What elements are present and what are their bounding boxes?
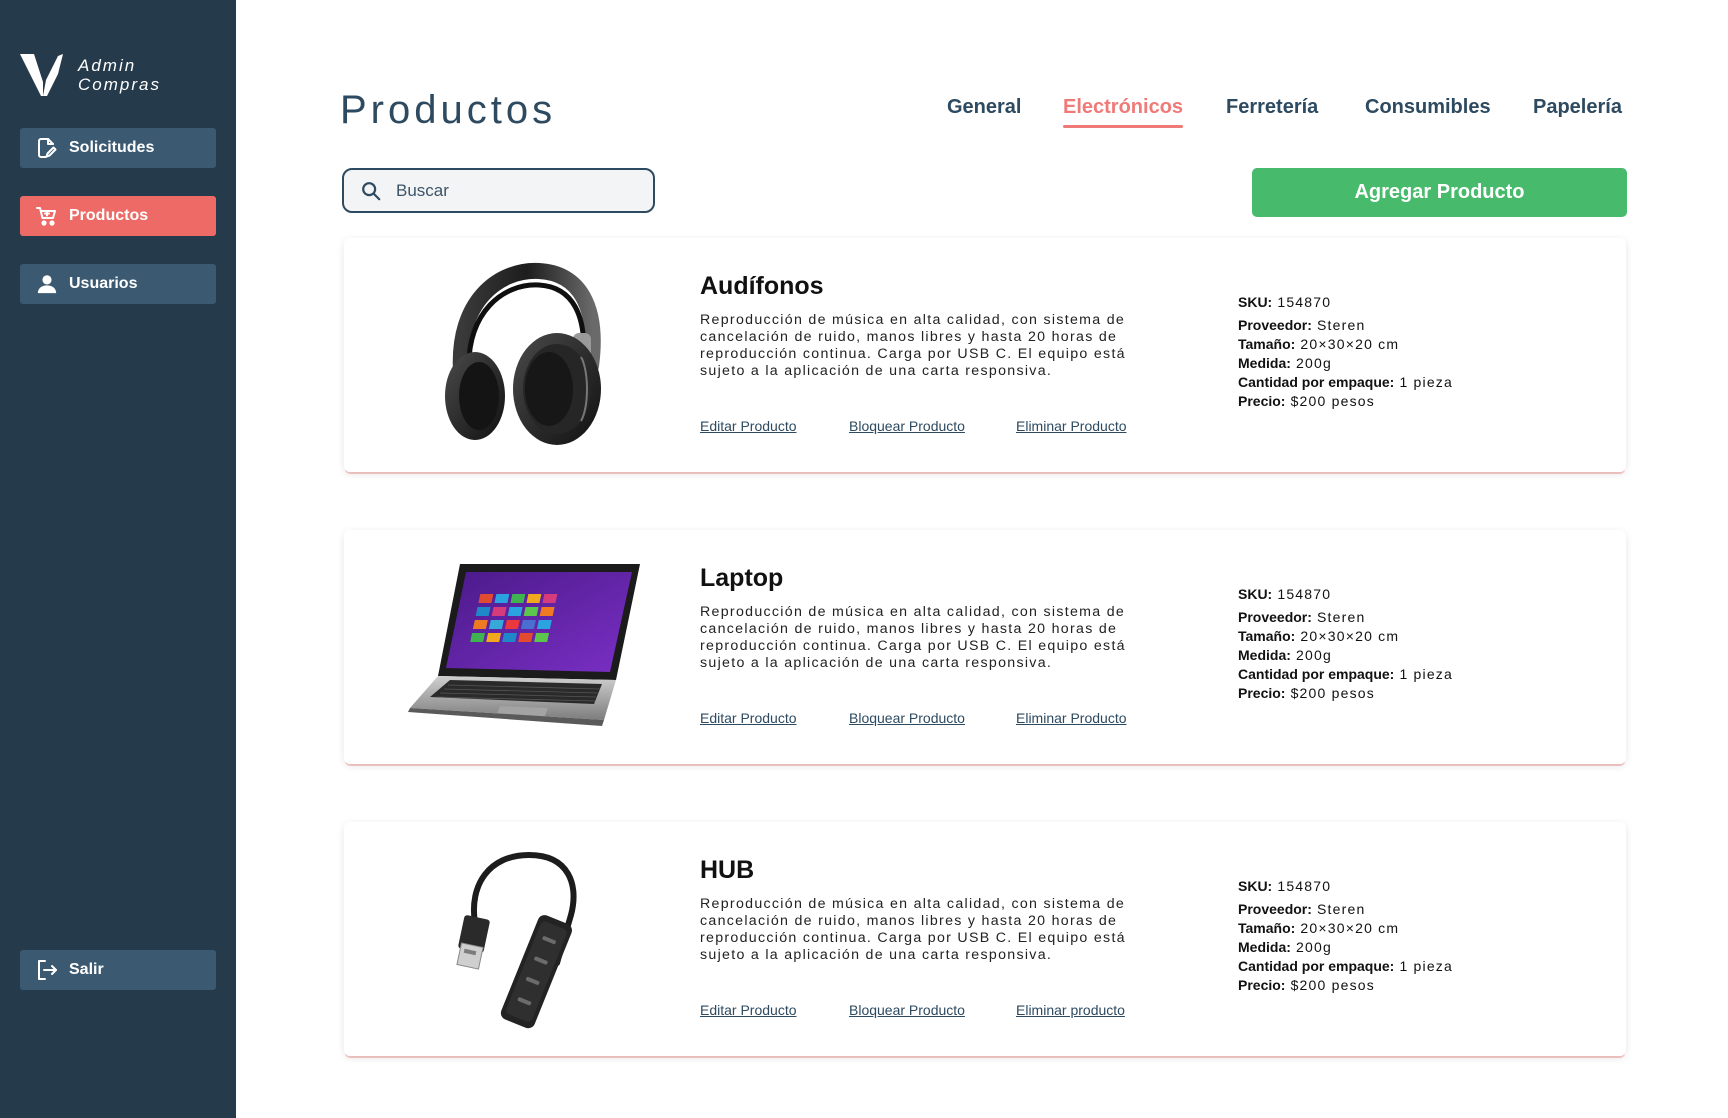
delete-product-link[interactable]: Eliminar Producto: [1016, 710, 1127, 726]
tab-electronicos[interactable]: Electrónicos: [1063, 96, 1184, 128]
block-product-link[interactable]: Bloquear Producto: [849, 710, 965, 726]
sidebar-item-productos[interactable]: Productos: [20, 196, 216, 236]
product-specs: SKU: 154870 Proveedor: Steren Tamaño: 20…: [1238, 294, 1453, 409]
edit-product-link[interactable]: Editar Producto: [700, 1002, 797, 1018]
spec-cantidad: Cantidad por empaque: 1 pieza: [1238, 958, 1453, 974]
spec-cantidad: Cantidad por empaque: 1 pieza: [1238, 374, 1453, 390]
logout-label: Salir: [69, 961, 104, 978]
delete-product-link[interactable]: Eliminar producto: [1016, 1002, 1125, 1018]
product-image-usb-hub: [404, 842, 644, 1037]
tab-general[interactable]: General: [947, 96, 1021, 119]
search-icon[interactable]: [359, 179, 383, 203]
spec-tamano: Tamaño: 20×30×20 cm: [1238, 336, 1400, 352]
brand-line2: Compras: [78, 75, 161, 94]
spec-sku: SKU: 154870: [1238, 294, 1332, 310]
spec-proveedor: Proveedor: Steren: [1238, 609, 1366, 625]
product-description: Reproducción de música en alta calidad, …: [700, 896, 1126, 963]
tab-label: Papelería: [1533, 96, 1622, 118]
add-product-button[interactable]: Agregar Producto: [1252, 168, 1627, 217]
spec-sku: SKU: 154870: [1238, 586, 1332, 602]
sidebar-item-label: Usuarios: [69, 275, 138, 292]
spec-cantidad: Cantidad por empaque: 1 pieza: [1238, 666, 1453, 682]
product-specs: SKU: 154870 Proveedor: Steren Tamaño: 20…: [1238, 878, 1453, 993]
brand: Admin Compras: [20, 52, 220, 102]
product-image-laptop: [404, 550, 644, 745]
add-product-label: Agregar Producto: [1354, 181, 1525, 203]
edit-product-link[interactable]: Editar Producto: [700, 710, 797, 726]
spec-tamano: Tamaño: 20×30×20 cm: [1238, 628, 1400, 644]
spec-medida: Medida: 200g: [1238, 647, 1332, 663]
product-name: HUB: [700, 856, 755, 884]
tab-label: Electrónicos: [1063, 96, 1184, 118]
brand-logo-icon: [20, 54, 63, 96]
product-name: Audífonos: [700, 272, 824, 300]
spec-precio: Precio: $200 pesos: [1238, 977, 1375, 993]
spec-proveedor: Proveedor: Steren: [1238, 317, 1366, 333]
edit-product-link[interactable]: Editar Producto: [700, 418, 797, 434]
brand-line1: Admin: [78, 56, 137, 75]
block-product-link[interactable]: Bloquear Producto: [849, 1002, 965, 1018]
sidebar-item-label: Solicitudes: [69, 139, 155, 156]
logout-button[interactable]: Salir: [20, 950, 216, 990]
spec-proveedor: Proveedor: Steren: [1238, 901, 1366, 917]
sidebar-item-solicitudes[interactable]: Solicitudes: [20, 128, 216, 168]
app: Admin Compras Solicitudes Productos Usua…: [0, 0, 1728, 1118]
spec-precio: Precio: $200 pesos: [1238, 393, 1375, 409]
product-specs: SKU: 154870 Proveedor: Steren Tamaño: 20…: [1238, 586, 1453, 701]
user-icon: [34, 271, 60, 297]
spec-medida: Medida: 200g: [1238, 355, 1332, 371]
spec-tamano: Tamaño: 20×30×20 cm: [1238, 920, 1400, 936]
delete-product-link[interactable]: Eliminar Producto: [1016, 418, 1127, 434]
page-title: Productos: [340, 88, 557, 132]
product-description: Reproducción de música en alta calidad, …: [700, 604, 1126, 671]
product-card: Laptop Reproducción de música en alta ca…: [344, 530, 1626, 764]
tab-label: Consumibles: [1365, 96, 1491, 118]
sidebar: Admin Compras Solicitudes Productos Usua…: [0, 0, 236, 1118]
tab-label: General: [947, 96, 1022, 118]
block-product-link[interactable]: Bloquear Producto: [849, 418, 965, 434]
spec-medida: Medida: 200g: [1238, 939, 1332, 955]
sidebar-item-usuarios[interactable]: Usuarios: [20, 264, 216, 304]
search-input[interactable]: [396, 180, 636, 201]
search-box: [342, 168, 655, 213]
tab-ferreteria[interactable]: Ferretería: [1226, 96, 1318, 119]
product-card: HUB Reproducción de música en alta calid…: [344, 822, 1626, 1056]
product-description: Reproducción de música en alta calidad, …: [700, 312, 1126, 379]
shopping-cart-icon: [34, 203, 60, 229]
product-name: Laptop: [700, 564, 784, 592]
brand-name: Admin Compras: [78, 56, 161, 94]
category-tabs: General Electrónicos Ferretería Consumib…: [940, 96, 1625, 136]
sidebar-item-label: Productos: [69, 207, 149, 224]
edit-document-icon: [34, 135, 60, 161]
product-image-headphones: [404, 258, 644, 453]
product-card: Audífonos Reproducción de música en alta…: [344, 238, 1626, 472]
logout-icon: [34, 957, 60, 983]
spec-precio: Precio: $200 pesos: [1238, 685, 1375, 701]
spec-sku: SKU: 154870: [1238, 878, 1332, 894]
tab-papeleria[interactable]: Papelería: [1533, 96, 1622, 119]
tab-label: Ferretería: [1226, 96, 1319, 118]
active-tab-underline: [1063, 125, 1184, 128]
tab-consumibles[interactable]: Consumibles: [1365, 96, 1491, 119]
